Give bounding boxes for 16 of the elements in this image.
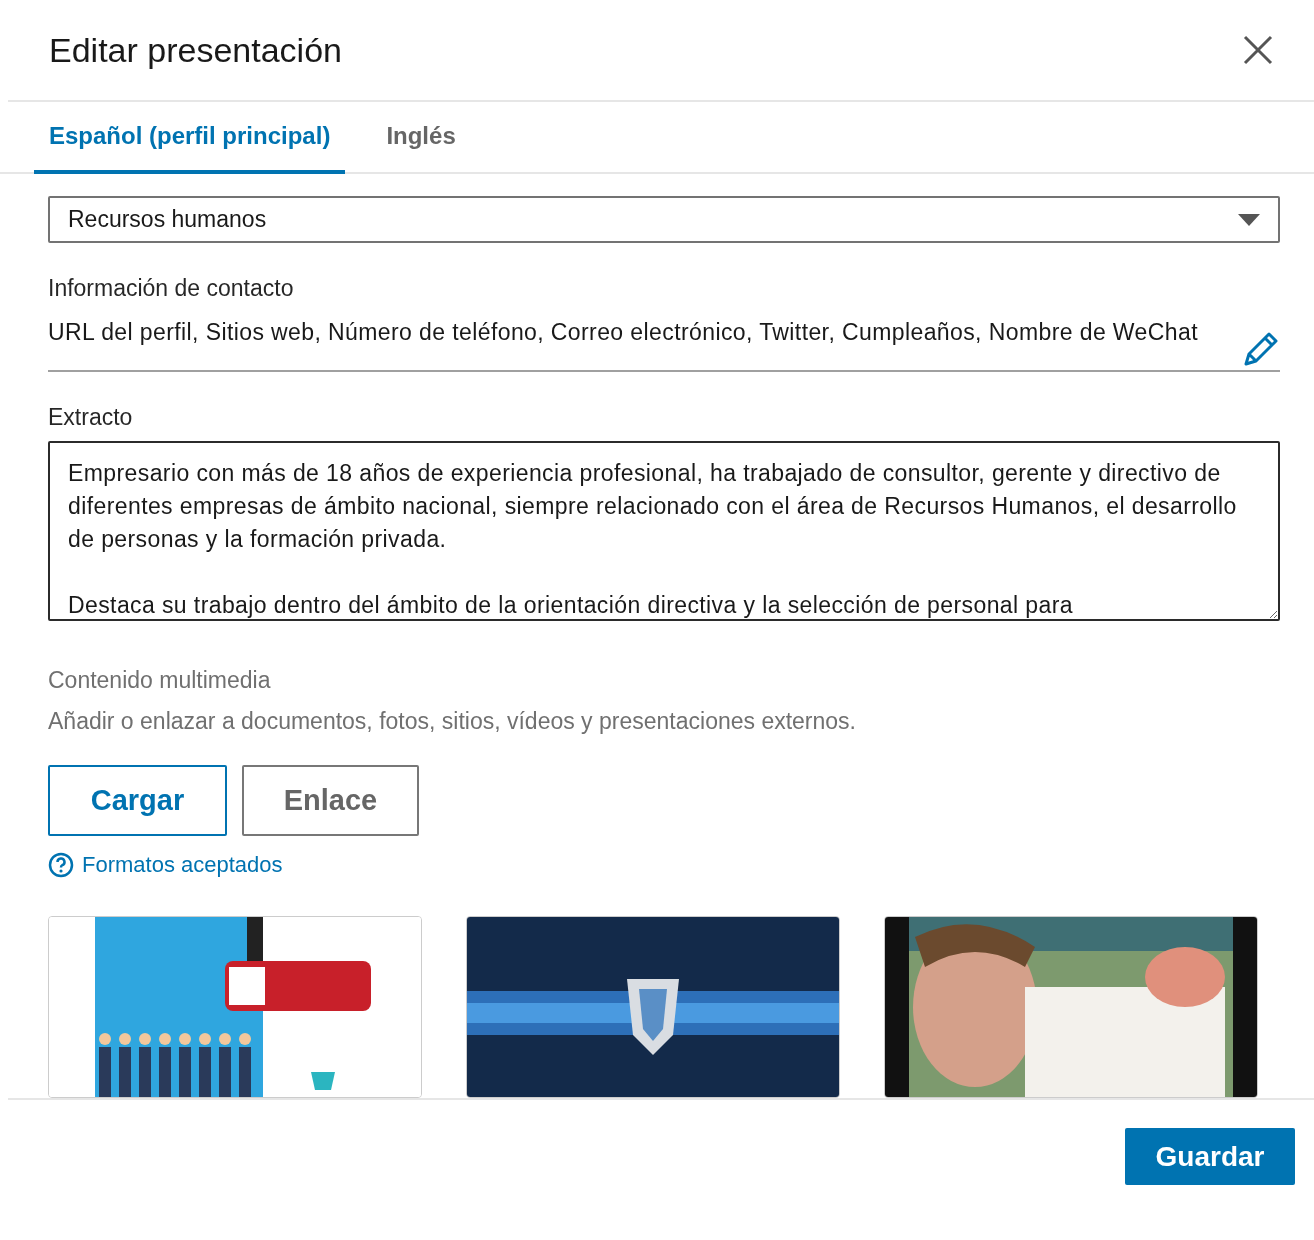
link-button[interactable]: Enlace <box>242 765 419 836</box>
section-title: Contenido multimedia <box>48 667 272 694</box>
field-label: Información de contacto <box>48 275 295 303</box>
save-button[interactable]: Guardar <box>1125 1128 1295 1185</box>
language-tab[interactable]: Español (perfil principal) <box>34 102 346 174</box>
language-tab[interactable]: Inglés <box>371 102 471 174</box>
summary-field[interactable]: Empresario con más de 18 años de experiencia profesional, ha trabajado de consultor, gerente y directivo de diferentes empresas de ámbito nacional, siempre relacionado con el área de Recursos Humanos, el desarrollo de personas y la formación privada. Destaca su trabajo dentro del ámbito de la orientación directiva y la selección de personal para <box>48 441 1280 621</box>
upload-button[interactable]: Cargar <box>48 765 227 836</box>
caret-icon <box>1238 213 1260 226</box>
help-icon <box>48 852 74 878</box>
sector-dropdown[interactable]: Recursos humanos <box>48 196 1280 244</box>
section-hint: Añadir o enlazar a documentos, fotos, sitios, vídeos y presentaciones externos. <box>48 708 857 735</box>
formats-link[interactable]: Formatos aceptados <box>48 852 283 878</box>
contact-info-text: URL del perfil, Sitios web, Número de teléfono, Correo electrónico, Twitter, Cumpleaños, Nombre de WeChat <box>48 318 1199 348</box>
dialog-title: Editar presentación <box>49 30 342 70</box>
field-label: Extracto <box>48 404 134 432</box>
